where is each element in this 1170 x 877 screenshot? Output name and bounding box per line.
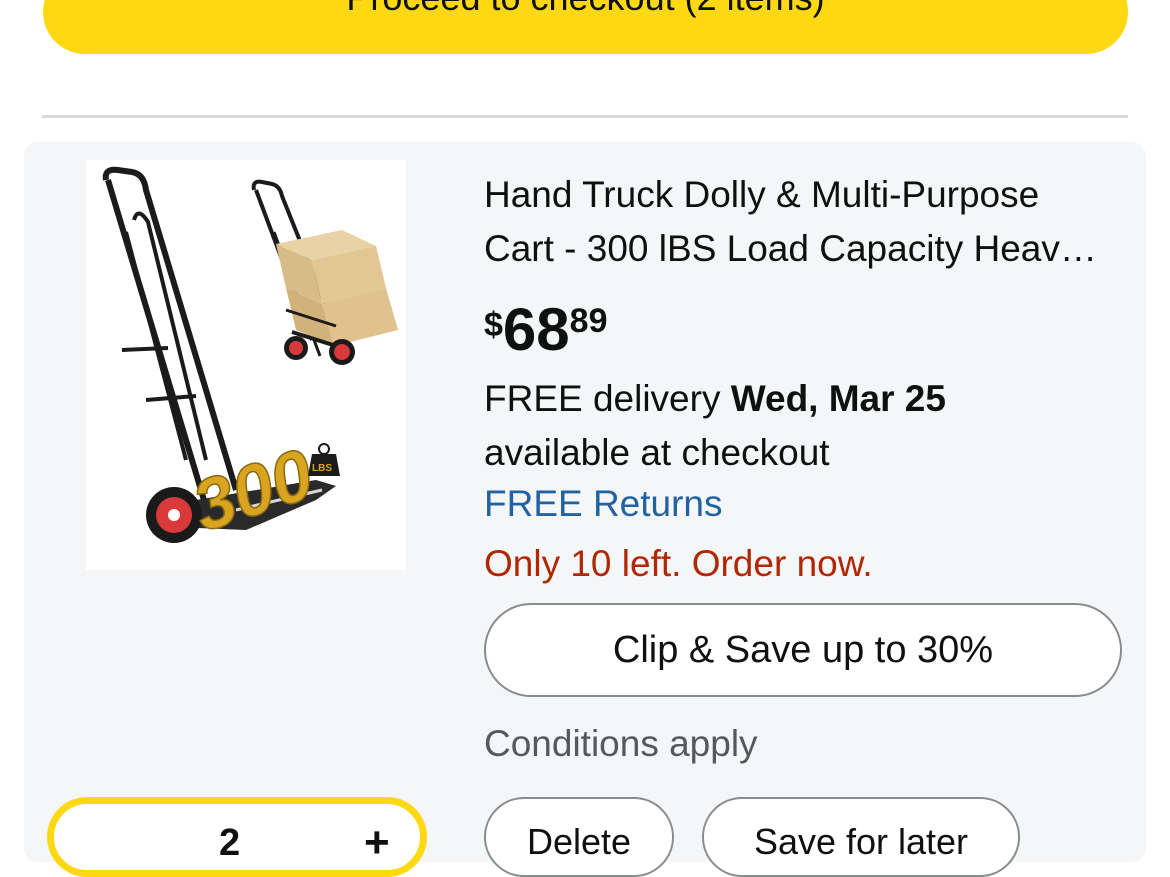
- product-price: $ 68 89: [484, 298, 608, 362]
- save-for-later-button[interactable]: Save for later: [702, 797, 1020, 877]
- product-title[interactable]: Hand Truck Dolly & Multi-Purpose Cart - …: [484, 168, 1114, 276]
- price-fraction: 89: [569, 302, 608, 340]
- quantity-value: 2: [219, 822, 241, 864]
- product-image[interactable]: 300 LBS: [86, 160, 406, 570]
- product-title-line2: Cart - 300 lBS Load Capacity Heavy Duty: [484, 228, 1114, 269]
- delivery-info: FREE delivery Wed, Mar 25 available at c…: [484, 372, 1134, 480]
- delivery-suffix: available at checkout: [484, 432, 830, 473]
- delivery-prefix: FREE delivery: [484, 378, 731, 419]
- save-for-later-label: Save for later: [753, 821, 969, 862]
- delete-label: Delete: [526, 821, 632, 862]
- clip-coupon-button[interactable]: Clip & Save up to 30%: [484, 603, 1122, 697]
- delivery-date: Wed, Mar 25: [730, 378, 946, 419]
- price-symbol: $: [484, 306, 503, 344]
- delete-button[interactable]: Delete: [484, 797, 674, 877]
- stock-warning: Only 10 left. Order now.: [484, 543, 873, 584]
- quantity-stepper[interactable]: 2 +: [47, 797, 427, 877]
- price-whole: 68: [502, 296, 570, 363]
- clip-coupon-label: Clip & Save up to 30%: [612, 628, 994, 671]
- checkout-label: Proceed to checkout (2 items): [346, 0, 824, 19]
- proceed-to-checkout-button[interactable]: Proceed to checkout (2 items): [43, 0, 1128, 54]
- divider: [42, 115, 1128, 118]
- svg-text:LBS: LBS: [312, 463, 332, 474]
- plus-icon[interactable]: +: [364, 818, 390, 868]
- product-title-line1: Hand Truck Dolly & Multi-Purpose: [484, 174, 1040, 215]
- conditions-apply-link[interactable]: Conditions apply: [484, 720, 758, 768]
- free-returns-link[interactable]: FREE Returns: [484, 480, 723, 528]
